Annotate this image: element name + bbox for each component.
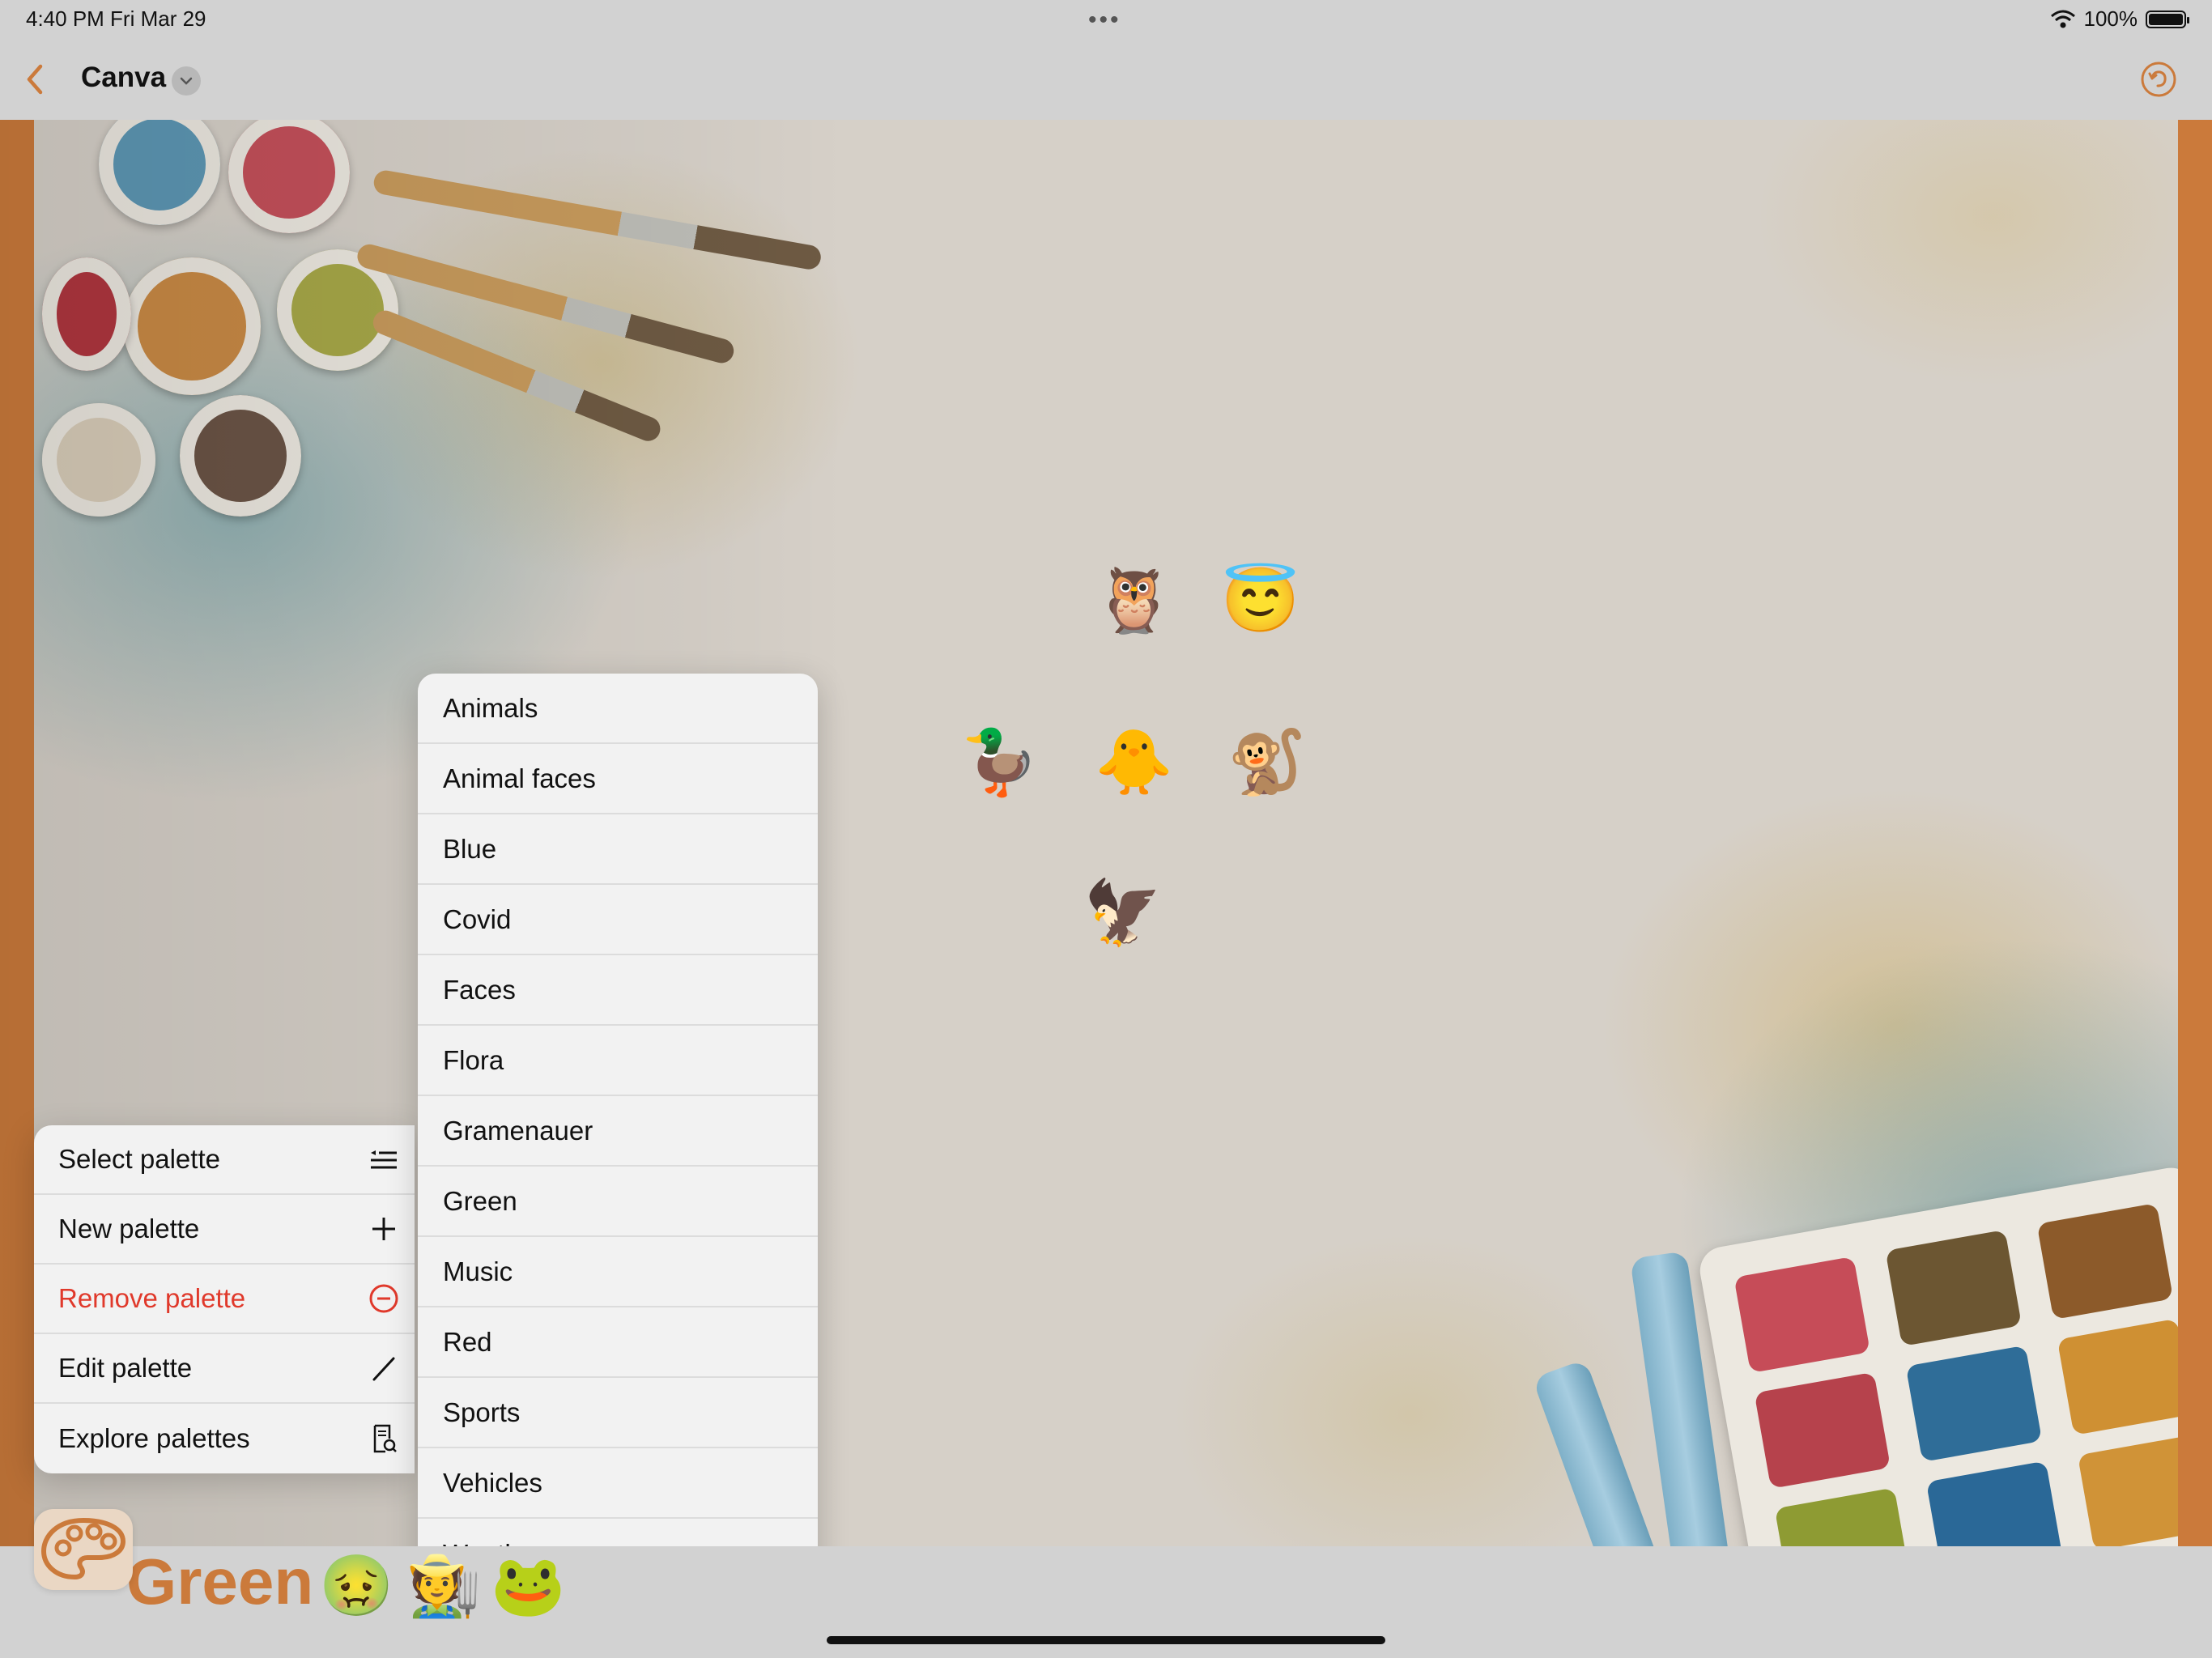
status-bar: 4:40 PM Fri Mar 29 ••• 100% [0,0,2212,39]
current-palette-name[interactable]: Green [126,1545,313,1619]
undo-icon[interactable] [2139,60,2178,99]
palette-button[interactable] [34,1509,133,1590]
palette-list-menu: Animals Animal faces Blue Covid Faces Fl… [418,674,818,1589]
palette-option[interactable]: Animals [418,674,818,744]
duck-emoji[interactable]: 🦆 [960,730,1039,793]
watercolor-box-illustration [1696,1163,2178,1546]
title-menu-button[interactable] [172,66,201,96]
palette-context-menu: Select palette New palette Remove palett… [34,1125,415,1473]
navigation-bar: Canva [0,39,2212,120]
palette-option[interactable]: Gramenauer [418,1096,818,1167]
explore-palettes-menu-item[interactable]: Explore palettes [34,1404,415,1473]
palette-option[interactable]: Blue [418,814,818,885]
palette-option[interactable]: Covid [418,885,818,955]
select-palette-menu-item[interactable]: Select palette [34,1125,415,1195]
remove-palette-menu-item[interactable]: Remove palette [34,1265,415,1334]
palette-option[interactable]: Animal faces [418,744,818,814]
battery-icon [2146,10,2189,28]
palette-option[interactable]: Vehicles [418,1448,818,1519]
paint-palette-icon [41,1518,125,1579]
farmer-emoji[interactable]: 🧑‍🌾 [406,1556,481,1616]
plus-icon [372,1218,395,1240]
menu-item-label: New palette [58,1214,200,1244]
palette-option[interactable]: Flora [418,1026,818,1096]
chick-emoji[interactable]: 🐥 [1095,730,1173,793]
edit-palette-menu-item[interactable]: Edit palette [34,1334,415,1404]
menu-item-label: Select palette [58,1144,220,1174]
frog-emoji[interactable]: 🐸 [491,1556,565,1616]
new-palette-menu-item[interactable]: New palette [34,1195,415,1265]
status-time-date: 4:40 PM Fri Mar 29 [26,6,206,31]
page-title[interactable]: Canva [81,62,166,94]
status-right: 100% [2050,6,2189,32]
monkey-emoji[interactable]: 🐒 [1227,730,1306,793]
menu-item-label: Explore palettes [58,1423,250,1453]
minus-circle-icon [369,1284,398,1313]
owl-emoji[interactable]: 🦉 [1095,568,1173,631]
wifi-icon [2050,10,2075,28]
palette-option[interactable]: Red [418,1307,818,1378]
list-select-icon [371,1150,397,1169]
menu-item-label: Edit palette [58,1353,193,1383]
palette-option[interactable]: Music [418,1237,818,1307]
document-search-icon [373,1424,397,1453]
palette-option[interactable]: Sports [418,1378,818,1448]
menu-item-label: Remove palette [58,1283,246,1313]
palette-option[interactable]: Faces [418,955,818,1026]
pencil-icon [372,1357,395,1381]
battery-percent: 100% [2083,6,2138,31]
home-indicator[interactable] [827,1636,1385,1644]
multitasking-dots[interactable]: ••• [1088,6,1121,34]
angel-face-emoji[interactable]: 😇 [1221,568,1300,631]
brush-illustration [372,168,823,272]
chevron-down-icon [180,77,193,85]
palette-option[interactable]: Green [418,1167,818,1237]
nauseated-face-emoji[interactable]: 🤢 [319,1556,393,1616]
chevron-left-icon[interactable] [15,58,55,100]
eagle-emoji[interactable]: 🦅 [1083,881,1162,944]
